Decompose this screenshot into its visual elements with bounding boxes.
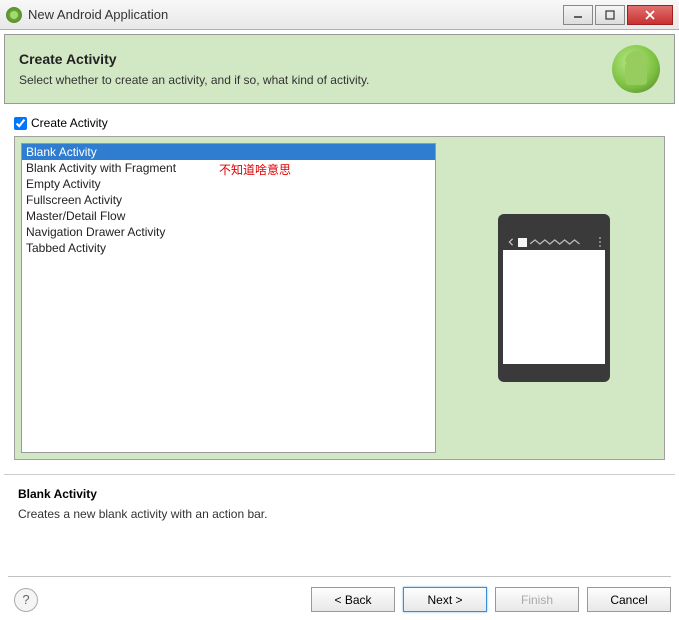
maximize-icon (605, 10, 615, 20)
description-title: Blank Activity (18, 487, 661, 501)
phone-menu-icon (599, 237, 601, 247)
android-icon (612, 45, 660, 93)
phone-mockup (498, 214, 610, 382)
banner-subtext: Select whether to create an activity, an… (19, 73, 369, 87)
app-icon (6, 7, 22, 23)
description-text: Creates a new blank activity with an act… (18, 507, 661, 521)
help-button[interactable]: ? (14, 588, 38, 612)
create-activity-label: Create Activity (31, 116, 108, 130)
list-item[interactable]: Fullscreen Activity (22, 192, 435, 208)
activity-list[interactable]: Blank Activity Blank Activity with Fragm… (21, 143, 436, 453)
main-panel: Blank Activity Blank Activity with Fragm… (14, 136, 665, 460)
list-item[interactable]: Master/Detail Flow (22, 208, 435, 224)
list-item[interactable]: Tabbed Activity (22, 240, 435, 256)
banner-text: Create Activity Select whether to create… (19, 51, 369, 87)
window-title: New Android Application (28, 7, 563, 22)
window-controls (563, 5, 673, 25)
phone-title-placeholder (530, 239, 596, 245)
create-activity-checkbox[interactable] (14, 117, 27, 130)
list-item[interactable]: Navigation Drawer Activity (22, 224, 435, 240)
help-icon: ? (22, 592, 29, 607)
phone-app-icon (518, 238, 527, 247)
wizard-banner: Create Activity Select whether to create… (4, 34, 675, 104)
list-item[interactable]: Empty Activity (22, 176, 435, 192)
minimize-icon (573, 10, 583, 20)
banner-heading: Create Activity (19, 51, 369, 67)
cancel-button[interactable]: Cancel (587, 587, 671, 612)
finish-button[interactable]: Finish (495, 587, 579, 612)
minimize-button[interactable] (563, 5, 593, 25)
back-button[interactable]: < Back (311, 587, 395, 612)
wizard-footer: ? < Back Next > Finish Cancel (8, 576, 671, 612)
phone-screen (503, 234, 605, 364)
wizard-content: Create Activity Blank Activity Blank Act… (4, 108, 675, 470)
description-panel: Blank Activity Creates a new blank activ… (4, 474, 675, 533)
maximize-button[interactable] (595, 5, 625, 25)
annotation-text: 不知道啥意思 (219, 161, 291, 178)
preview-panel (450, 143, 658, 453)
phone-statusbar (503, 234, 605, 250)
create-activity-row: Create Activity (14, 114, 665, 136)
titlebar: New Android Application (0, 0, 679, 30)
close-button[interactable] (627, 5, 673, 25)
list-item[interactable]: Blank Activity (22, 144, 435, 160)
close-icon (644, 9, 656, 21)
phone-back-icon (507, 238, 515, 246)
next-button[interactable]: Next > (403, 587, 487, 612)
